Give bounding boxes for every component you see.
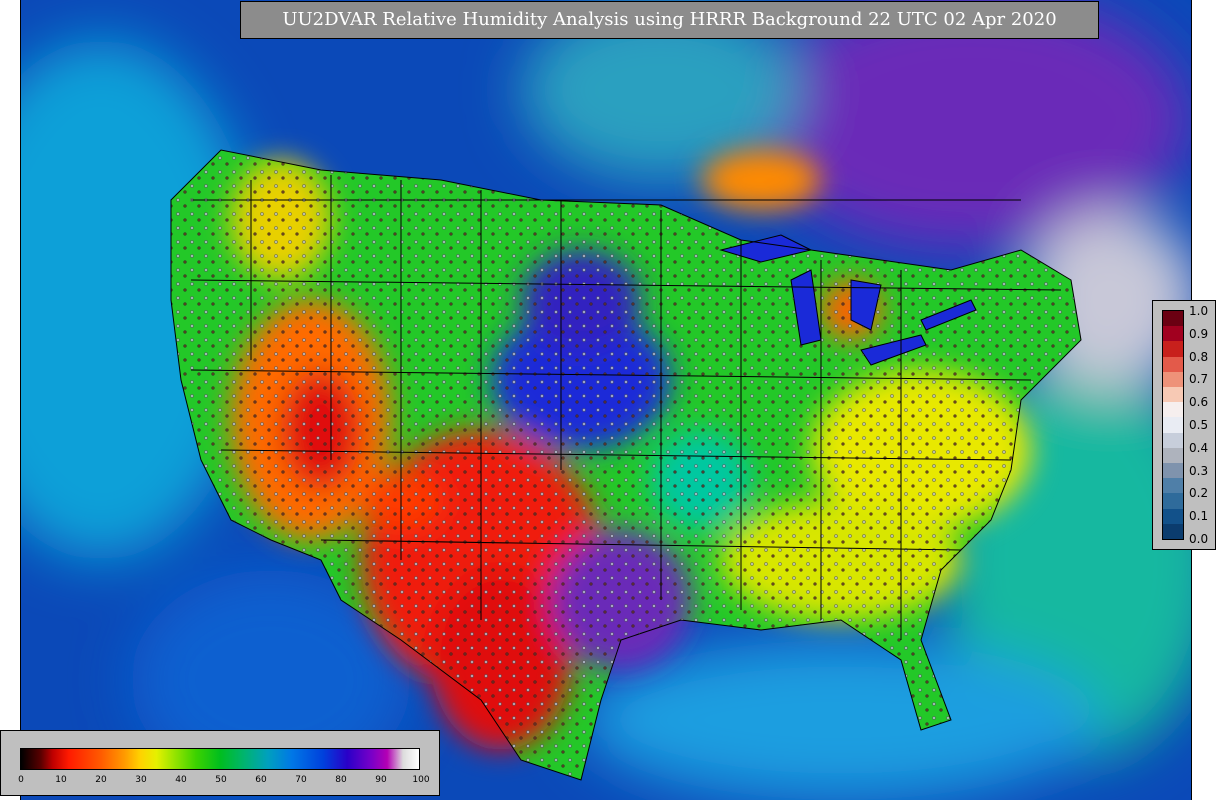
colorbar-tick: 90 [375,775,387,785]
fraction-colorbar-tick: 0.1 [1189,509,1209,524]
fraction-colorbar-tick: 0.7 [1189,372,1209,387]
fraction-colorbar-tick: 0.5 [1189,418,1209,432]
fraction-colorbar-tick: 0.2 [1189,486,1209,501]
colorbar-swatch [1163,463,1183,479]
colorbar-swatch [1163,371,1183,388]
map-title: UU2DVAR Relative Humidity Analysis using… [240,1,1099,39]
colorbar-tick: 100 [412,775,430,785]
colorbar-swatch [1163,402,1183,418]
colorbar-swatch [1163,356,1183,372]
colorbar-tick: 70 [295,775,307,785]
map-canvas [21,0,1191,800]
colorbar-swatch [1163,326,1183,342]
colorbar-tick: 20 [95,775,107,785]
colorbar-tick: 50 [215,775,227,785]
colorbar-swatch [1163,493,1183,509]
fraction-colorbar-tick: 0.6 [1189,395,1209,410]
colorbar-swatch [1163,387,1183,403]
colorbar-swatch [1163,311,1183,327]
colorbar-tick: 60 [255,775,267,785]
colorbar-swatch [1163,432,1183,448]
colorbar-swatch [1163,341,1183,357]
humidity-map [20,0,1192,800]
colorbar-swatch [1163,417,1183,433]
colorbar-tick: 40 [175,775,187,785]
fraction-colorbar: 1.0 0.9 0.8 0.7 0.6 0.5 0.4 0.3 0.2 0.1 0.0 [1152,300,1216,550]
fraction-colorbar-tick: 0.9 [1189,326,1209,341]
colorbar-swatch [1163,447,1183,464]
colorbar-swatch [1163,523,1183,540]
colorbar-tick: 30 [135,775,147,785]
colorbar-swatch [1163,508,1183,524]
colorbar-tick: 0 [18,775,24,785]
humidity-colorbar: 0 10 20 30 40 50 60 70 80 90 100 [0,730,440,796]
fraction-colorbar-tick: 0.8 [1189,349,1209,364]
fraction-colorbar-swatches [1162,310,1184,540]
colorbar-gradient [20,748,420,770]
fraction-colorbar-tick: 0.0 [1189,532,1209,546]
fraction-colorbar-tick: 0.4 [1189,440,1209,455]
colorbar-tick: 10 [55,775,67,785]
colorbar-tick: 80 [335,775,347,785]
colorbar-swatch [1163,478,1183,494]
fraction-colorbar-tick: 1.0 [1189,304,1209,318]
fraction-colorbar-tick: 0.3 [1189,463,1209,478]
